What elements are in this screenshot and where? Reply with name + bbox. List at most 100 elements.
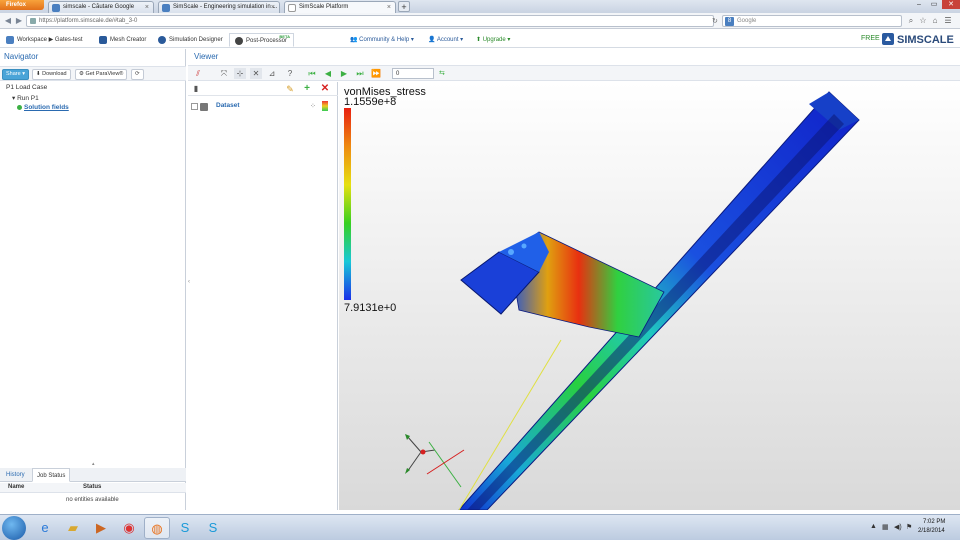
search-icon[interactable]: ⌕ <box>906 16 916 26</box>
close-icon[interactable]: × <box>387 2 391 13</box>
last-frame-icon[interactable]: ⏩ <box>370 68 382 79</box>
get-paraview-button[interactable]: ⚙ Get ParaView® <box>75 69 128 80</box>
tray-arrow-icon[interactable]: ▲ <box>870 523 877 530</box>
axis-triad <box>406 435 422 453</box>
tab-workspace[interactable]: Workspace ▶ Gates-test <box>6 33 83 47</box>
url-input[interactable]: https://platform.simscale.de/#tab_3-0 <box>26 15 714 27</box>
start-button[interactable] <box>2 516 26 540</box>
colormap-icon[interactable] <box>322 101 328 111</box>
clock-date[interactable]: 2/18/2014 <box>918 528 945 534</box>
pipeline-browser: ▮ ✎ + ✕ Dataset ⁘ <box>188 82 338 510</box>
google-tab-icon <box>52 4 60 12</box>
people-icon: 👥 <box>350 37 358 43</box>
firefox-icon[interactable]: ◍ <box>144 517 170 539</box>
color-legend-bar <box>344 108 351 300</box>
play-icon[interactable]: ▶ <box>338 68 350 79</box>
internet-explorer-icon[interactable]: e <box>32 517 58 539</box>
minimize-icon[interactable]: – <box>912 0 926 9</box>
tab-history[interactable]: History <box>2 468 29 482</box>
menu-upgrade[interactable]: ⬆ Upgrade ▾ <box>476 36 510 43</box>
first-frame-icon[interactable]: ⏮ <box>306 68 318 79</box>
status-table-header: Name Status <box>0 483 186 493</box>
delete-icon[interactable]: ✕ <box>319 83 331 95</box>
tab-post-processor[interactable]: Post-Processor BETA <box>229 33 295 47</box>
close-window-icon[interactable]: ✕ <box>942 0 960 9</box>
bolt-hole <box>521 243 527 249</box>
back-icon[interactable]: ◀ <box>3 16 13 26</box>
maximize-icon[interactable]: ▭ <box>927 0 941 9</box>
volume-icon[interactable]: ◀) <box>894 523 902 531</box>
pipeline-item-dataset[interactable]: Dataset ⁘ <box>188 100 338 114</box>
tab-mesh-creator[interactable]: Mesh Creator <box>99 33 146 47</box>
download-button[interactable]: ⬇ Download <box>32 69 71 80</box>
tree-item-solution-fields[interactable]: Solution fields <box>17 104 69 111</box>
edit-pencil-icon[interactable]: ✎ <box>284 83 296 95</box>
simscale-logo[interactable]: SIMSCALE <box>882 32 958 46</box>
ruler-icon[interactable]: ⊿ <box>266 68 278 79</box>
beta-badge: BETA <box>279 34 291 39</box>
reset-camera-icon[interactable]: ⤧ <box>218 68 230 79</box>
browser-tab-simscale-site[interactable]: SimScale - Engineering simulation in ...… <box>158 1 280 13</box>
user-icon: 👤 <box>428 37 436 43</box>
browser-tab-simscale-platform[interactable]: SimScale Platform × <box>284 1 396 13</box>
forward-icon[interactable]: ▶ <box>14 16 24 26</box>
url-text: https://platform.simscale.de/#tab_3-0 <box>39 18 138 24</box>
main-beam-inner-face <box>467 114 844 510</box>
previous-frame-icon[interactable]: ◀ <box>322 68 334 79</box>
tree-item-run[interactable]: ▾ Run P1 <box>12 94 39 102</box>
site-identity-icon[interactable] <box>30 18 36 24</box>
menu-icon[interactable]: ☰ <box>943 16 953 26</box>
browser-tab-label: SimScale Platform <box>299 4 349 10</box>
collapse-icon[interactable]: ▮ <box>190 83 202 95</box>
search-engine-icon[interactable]: 8 <box>725 17 734 26</box>
menu-account[interactable]: 👤 Account ▾ <box>428 36 463 43</box>
upgrade-icon: ⬆ <box>476 37 482 43</box>
tree-toggle-icon[interactable]: ▾ <box>12 95 15 102</box>
clock-time[interactable]: 7:02 PM <box>923 519 945 525</box>
file-explorer-icon[interactable]: ▰ <box>60 517 86 539</box>
refresh-button[interactable]: ⟳ <box>131 69 144 80</box>
add-icon[interactable]: + <box>301 83 313 95</box>
gears-icon <box>158 36 166 44</box>
svg-text:SIMSCALE: SIMSCALE <box>897 34 954 46</box>
view-axes-icon[interactable]: ⊹ <box>234 68 246 79</box>
reload-icon[interactable]: ↻ <box>712 17 718 25</box>
tree-item-load-case[interactable]: P1 Load Case <box>6 84 47 91</box>
bookmark-star-icon[interactable]: ☆ <box>918 16 928 26</box>
search-input[interactable]: 8 Google <box>722 15 902 27</box>
tab-job-status[interactable]: Job Status <box>32 468 71 482</box>
simscale-tab-icon <box>162 4 170 12</box>
next-frame-icon[interactable]: ⏭ <box>354 68 366 79</box>
splitter-handle-icon[interactable]: ‹ <box>188 279 190 285</box>
flag-icon[interactable]: ⚑ <box>906 523 912 531</box>
menu-community-help[interactable]: 👥 Community & Help ▾ <box>350 36 414 43</box>
status-dot-icon <box>17 104 22 110</box>
frame-number-input[interactable]: 0 <box>392 68 434 79</box>
column-header-status[interactable]: Status <box>83 484 101 490</box>
column-header-name[interactable]: Name <box>8 484 24 490</box>
media-player-icon[interactable]: ▶ <box>88 517 114 539</box>
skype-icon[interactable]: S <box>200 517 226 539</box>
paraview-logo-icon[interactable]: ⫽ <box>192 68 204 79</box>
tab-simulation-designer[interactable]: Simulation Designer <box>158 33 223 47</box>
firefox-menu-button[interactable]: Firefox <box>0 0 44 10</box>
chrome-icon[interactable]: ◉ <box>116 517 142 539</box>
new-tab-button[interactable]: + <box>398 1 410 12</box>
postprocessor-icon <box>235 37 243 45</box>
3d-render-canvas[interactable]: vonMises_stress 1.1559e+8 7.9131e+0 <box>339 82 960 510</box>
skype-icon[interactable]: S <box>172 517 198 539</box>
help-icon[interactable]: ? <box>284 68 296 79</box>
network-icon[interactable]: ▦ <box>882 523 889 531</box>
navigator-title: Navigator <box>4 52 39 61</box>
sync-icon[interactable]: ⇆ <box>439 69 445 77</box>
home-icon[interactable]: ⌂ <box>930 16 940 26</box>
orientation-icon[interactable]: ✕ <box>250 68 262 79</box>
close-icon[interactable]: × <box>145 2 149 13</box>
browser-tab-google[interactable]: simscale - Căutare Google × <box>48 1 154 13</box>
dataset-label: Dataset <box>216 102 240 109</box>
share-button[interactable]: Share ▾ <box>2 69 29 80</box>
splitter-handle-icon[interactable]: ▴ <box>92 461 95 467</box>
close-icon[interactable]: × <box>271 2 275 13</box>
points-icon[interactable]: ⁘ <box>310 102 316 110</box>
visibility-checkbox[interactable] <box>191 103 198 110</box>
